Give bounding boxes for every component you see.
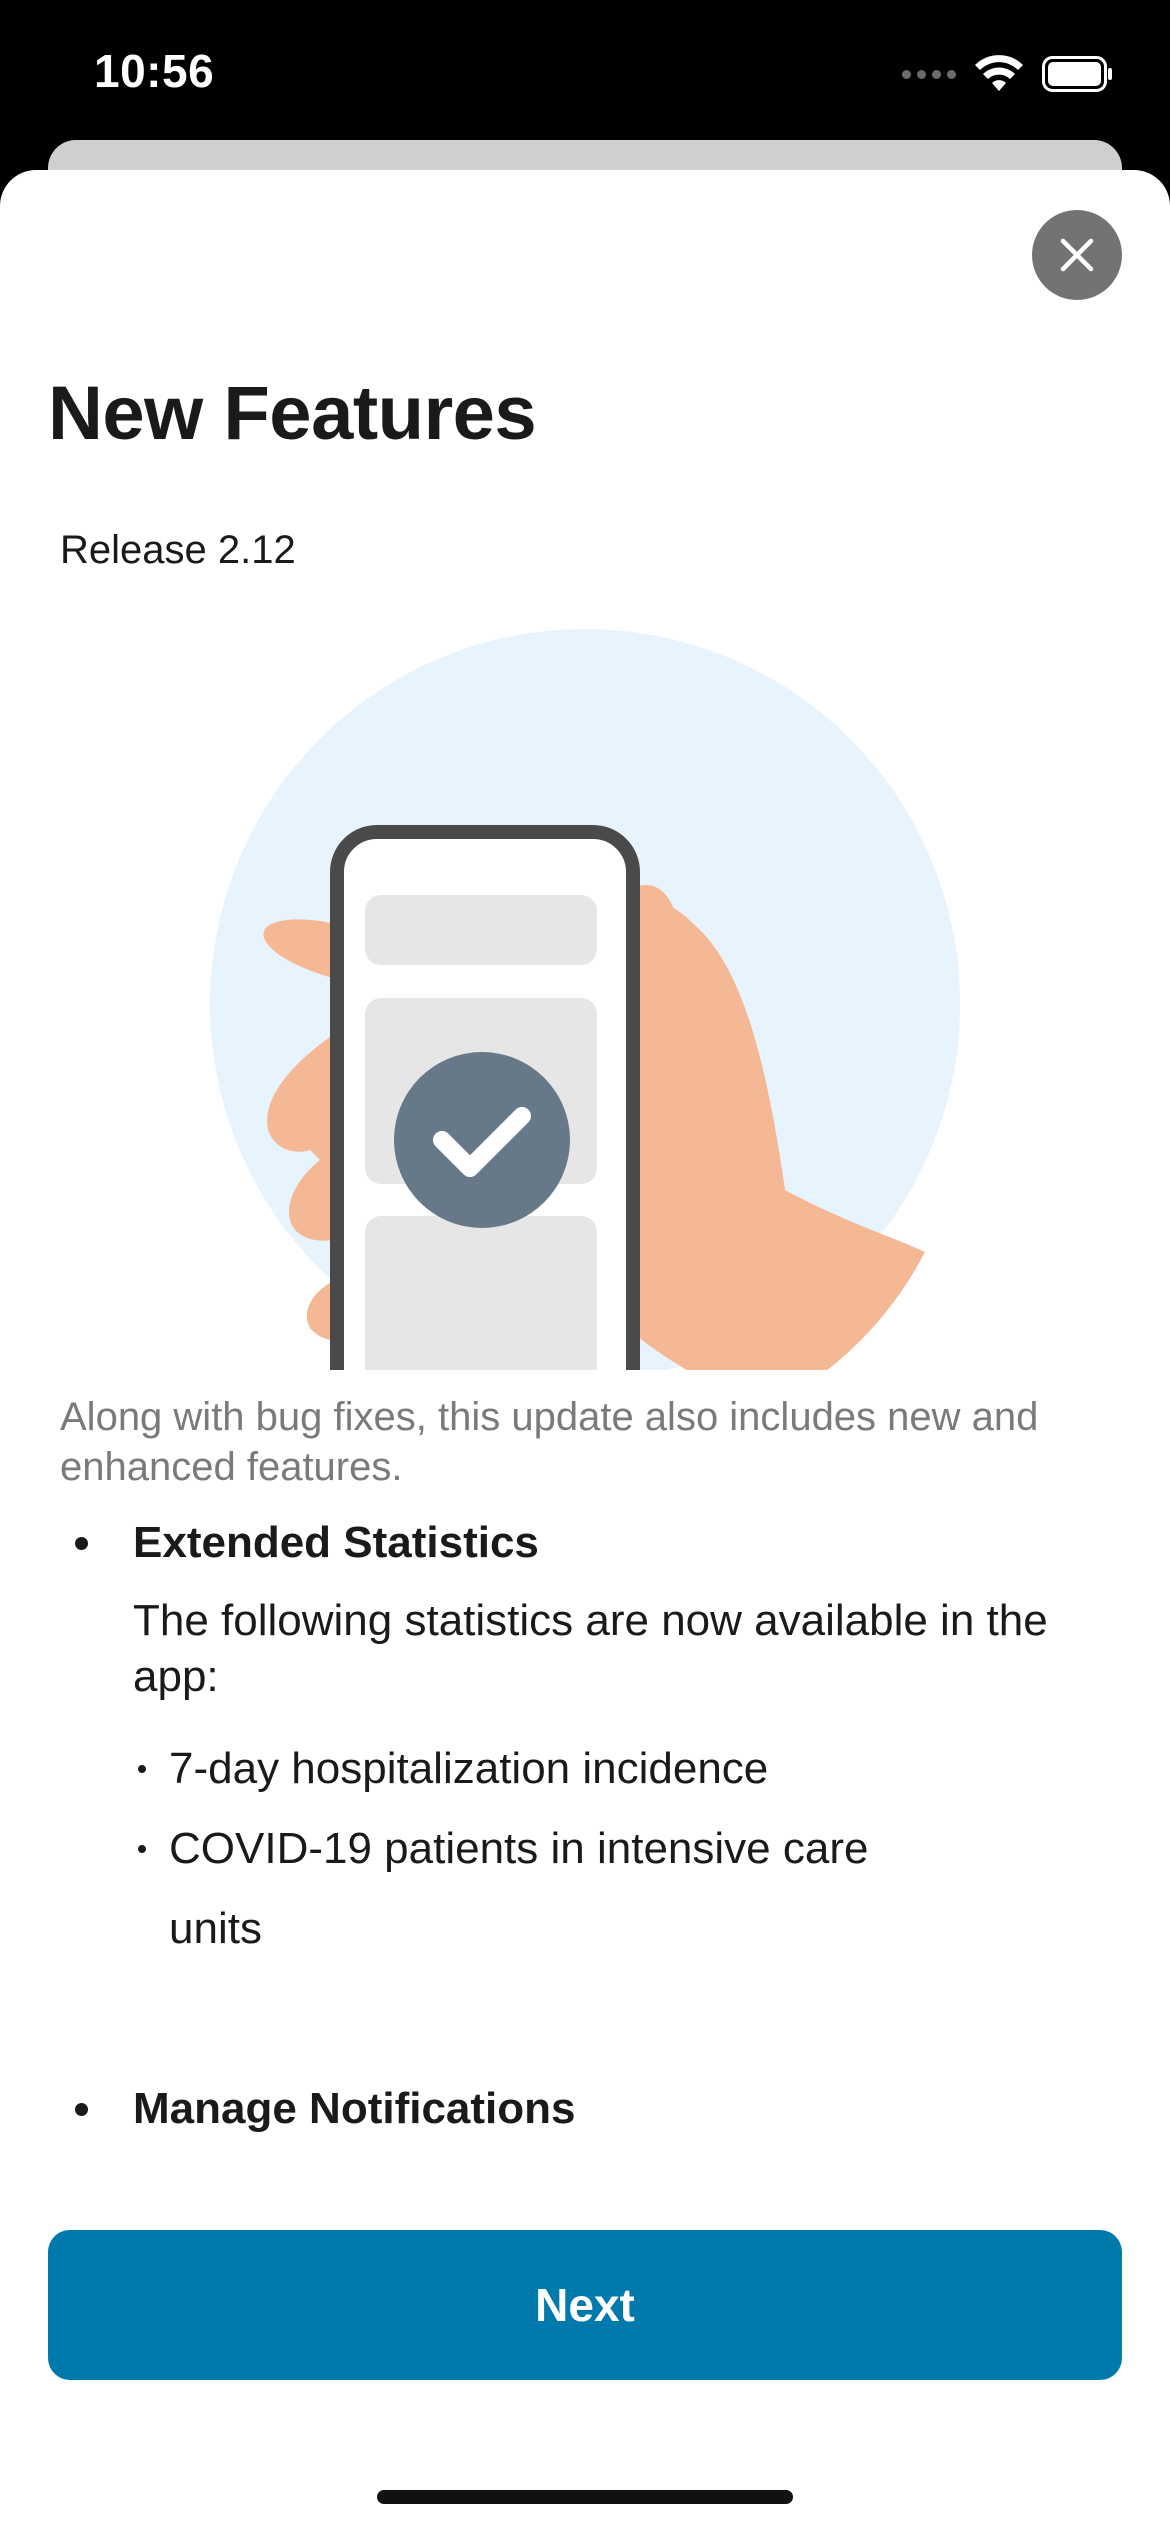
feature-title: Extended Statistics xyxy=(133,1518,539,1567)
feature-sub-item-label: 7-day hospitalization incidence xyxy=(169,1744,769,1793)
feature-sub-item: COVID-19 patients in intensive care unit… xyxy=(133,1809,869,1969)
sub-bullet-icon xyxy=(138,1765,146,1773)
new-features-sheet: New Features Release 2.12 Along with bug… xyxy=(0,170,1170,2532)
phone-row-3 xyxy=(365,1216,597,1370)
feature-description: The following statistics are now availab… xyxy=(133,1596,1048,1701)
wifi-icon xyxy=(975,55,1023,91)
feature-sub-item: 7-day hospitalization incidence xyxy=(133,1729,869,1809)
page-title: New Features xyxy=(48,371,537,456)
feature-item: Extended Statistics The following statis… xyxy=(0,1515,1170,1969)
feature-list: Extended Statistics The following statis… xyxy=(0,1515,1170,2137)
close-button[interactable] xyxy=(1032,210,1122,300)
bullet-icon xyxy=(75,2103,88,2116)
release-label: Release 2.12 xyxy=(60,528,296,572)
home-indicator[interactable] xyxy=(377,2490,793,2504)
check-badge xyxy=(394,1052,570,1228)
next-button[interactable]: Next xyxy=(48,2230,1122,2380)
close-icon xyxy=(1060,238,1094,272)
status-time: 10:56 xyxy=(94,45,215,97)
status-icons xyxy=(902,50,1114,98)
feature-sub-item-label: COVID-19 patients in intensive care unit… xyxy=(169,1824,869,1953)
feature-item: Manage Notifications xyxy=(0,2081,1170,2137)
feature-title: Manage Notifications xyxy=(133,2084,576,2133)
feature-sub-list: 7-day hospitalization incidence COVID-19… xyxy=(133,1729,1110,1969)
status-bar: 10:56 xyxy=(0,0,1170,145)
bullet-icon xyxy=(75,1537,88,1550)
phone-checkmark-illustration xyxy=(210,629,960,1370)
sub-bullet-icon xyxy=(138,1845,146,1853)
screen: 10:56 New Features Release 2.12 Along wi… xyxy=(0,0,1170,2532)
battery-icon xyxy=(1042,56,1112,92)
phone-row-1 xyxy=(365,895,597,965)
cellular-signal-icon xyxy=(902,69,956,79)
intro-text: Along with bug fixes, this update also i… xyxy=(60,1395,1039,1489)
